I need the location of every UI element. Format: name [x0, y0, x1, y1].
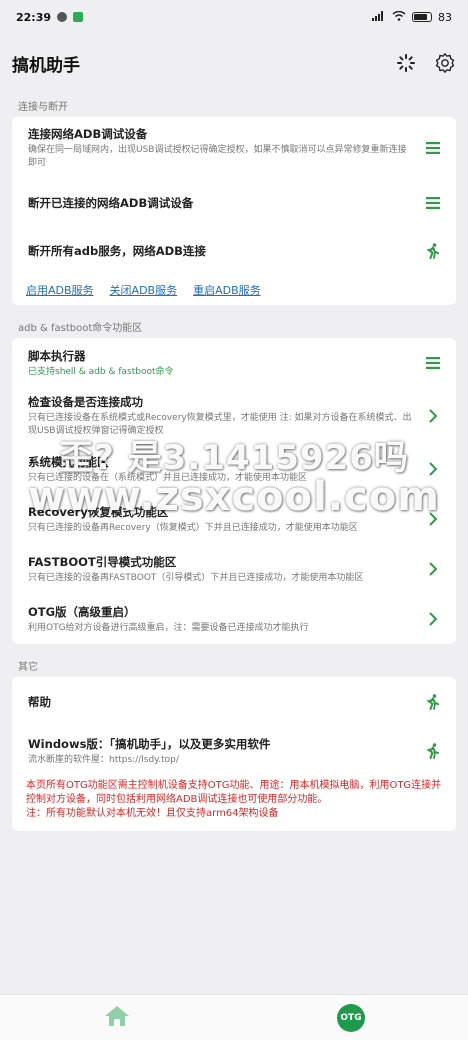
notification-icon: [57, 12, 68, 22]
system-mode-row[interactable]: 系统模式功能区 只有已连接的设备在（系统模式）并且已连接成功，才能使用本功能区: [12, 444, 456, 494]
status-bar: 22:39 83: [0, 0, 468, 34]
gear-icon[interactable]: [434, 52, 456, 74]
row-title: OTG版（高级重启）: [28, 604, 136, 619]
chevron-right-icon[interactable]: [424, 512, 442, 526]
otg-button[interactable]: OTG: [337, 1003, 365, 1032]
disconnect-all-adb-row[interactable]: 断开所有adb服务，网络ADB连接: [12, 227, 456, 275]
chevron-right-icon[interactable]: [424, 562, 442, 576]
connect-card: 连接网络ADB调试设备 确保在同一局域网内，出现USB调试授权记得确定授权，如果…: [12, 117, 456, 305]
row-subtitle: 只有已连接设备在系统模式或Recovery恢复模式里，才能使用 注: 如果对方设…: [28, 413, 412, 436]
row-title: 帮助: [28, 695, 51, 709]
loading-icon[interactable]: [396, 53, 416, 73]
start-adb-link[interactable]: 启用ADB服务: [26, 282, 94, 298]
row-subtitle: 只有已连接的设备在（系统模式）并且已连接成功，才能使用本功能区: [28, 472, 308, 483]
check-device-row[interactable]: 检查设备是否连接成功 只有已连接设备在系统模式或Recovery恢复模式里，才能…: [12, 388, 456, 444]
recovery-mode-row[interactable]: Recovery恢复模式功能区 只有已连接的设备再Recovery（恢复模式）下…: [12, 494, 456, 544]
bottom-nav: OTG: [0, 994, 468, 1040]
app-bar: 搞机助手: [0, 34, 468, 92]
row-title: Recovery恢复模式功能区: [28, 504, 169, 519]
run-icon[interactable]: [424, 694, 442, 710]
section-label-adb: adb & fastboot命令功能区: [18, 323, 143, 334]
row-title: 断开已连接的网络ADB调试设备: [28, 196, 194, 210]
row-title: 系统模式功能区: [28, 454, 109, 469]
row-title: 连接网络ADB调试设备: [28, 127, 148, 141]
row-subtitle: 只有已连接的设备再Recovery（恢复模式）下并且已连接成功，才能使用本功能区: [28, 522, 358, 533]
section-label-connect: 连接与断开: [18, 102, 68, 113]
restart-adb-link[interactable]: 重启ADB服务: [193, 282, 261, 298]
stop-adb-link[interactable]: 关闭ADB服务: [110, 282, 178, 298]
notice-text: 本页所有OTG功能区需主控制机设备支持OTG功能、用途：用本机模拟电脑，利用OT…: [26, 780, 442, 805]
menu-icon[interactable]: [424, 357, 442, 369]
adb-card: 脚本执行器 已支持shell & adb & fastboot命令 检查设备是否…: [12, 338, 456, 644]
notice-text-arm64: 注：所有功能默认对本机无效！且仅支持arm64架构设备: [26, 808, 279, 819]
otg-notice: 本页所有OTG功能区需主控制机设备支持OTG功能、用途：用本机模拟电脑，利用OT…: [12, 775, 456, 831]
disconnect-network-adb-row[interactable]: 断开已连接的网络ADB调试设备: [12, 179, 456, 227]
wifi-icon: [392, 10, 406, 24]
fastboot-mode-row[interactable]: FASTBOOT引导模式功能区 只有已连接的设备再FASTBOOT（引导模式）下…: [12, 544, 456, 594]
otg-reboot-row[interactable]: OTG版（高级重启） 利用OTG给对方设备进行高级重启，注：需要设备已连接成功才…: [12, 594, 456, 644]
row-title: 断开所有adb服务，网络ADB连接: [28, 244, 206, 258]
status-time: 22:39: [16, 10, 52, 24]
battery-level: 83: [438, 10, 452, 24]
windows-version-row[interactable]: Windows版：「搞机助手」，以及更多实用软件 流水断崖的软件屋：https:…: [12, 727, 456, 775]
app-notification-icon: [73, 12, 84, 22]
row-title: 检查设备是否连接成功: [28, 395, 143, 409]
row-title: 脚本执行器: [28, 348, 86, 363]
run-icon[interactable]: [424, 243, 442, 259]
chevron-right-icon[interactable]: [424, 612, 442, 626]
section-label-other: 其它: [18, 662, 38, 673]
help-row[interactable]: 帮助: [12, 677, 456, 727]
chevron-right-icon[interactable]: [424, 462, 442, 476]
script-runner-row[interactable]: 脚本执行器 已支持shell & adb & fastboot命令: [12, 338, 456, 388]
page-title: 搞机助手: [12, 55, 80, 76]
row-subtitle: 流水断崖的软件屋：https://lsdy.top/: [28, 754, 179, 765]
battery-icon: [412, 12, 432, 22]
row-subtitle: 利用OTG给对方设备进行高级重启，注：需要设备已连接成功才能执行: [28, 622, 309, 633]
home-icon[interactable]: [103, 1004, 131, 1032]
chevron-right-icon[interactable]: [424, 409, 442, 423]
menu-icon[interactable]: [424, 142, 442, 154]
row-subtitle: 只有已连接的设备再FASTBOOT（引导模式）下并且已连接成功，才能使用本功能区: [28, 572, 364, 583]
other-card: 帮助 Windows版：「搞机助手」，以及更多实用软件 流水断崖的软件屋：htt…: [12, 677, 456, 831]
signal-icon: [372, 10, 386, 24]
connect-network-adb-row[interactable]: 连接网络ADB调试设备 确保在同一局域网内，出现USB调试授权记得确定授权，如果…: [12, 117, 456, 179]
row-subtitle: 已支持shell & adb & fastboot命令: [28, 366, 174, 377]
row-subtitle: 确保在同一局域网内，出现USB调试授权记得确定授权，如果不慎取消可以点异常修复重…: [28, 145, 407, 168]
run-icon[interactable]: [424, 743, 442, 759]
row-title: Windows版：「搞机助手」，以及更多实用软件: [28, 736, 271, 751]
menu-icon[interactable]: [424, 197, 442, 209]
row-title: FASTBOOT引导模式功能区: [28, 554, 177, 569]
adb-service-links: 启用ADB服务 关闭ADB服务 重启ADB服务: [12, 275, 456, 305]
